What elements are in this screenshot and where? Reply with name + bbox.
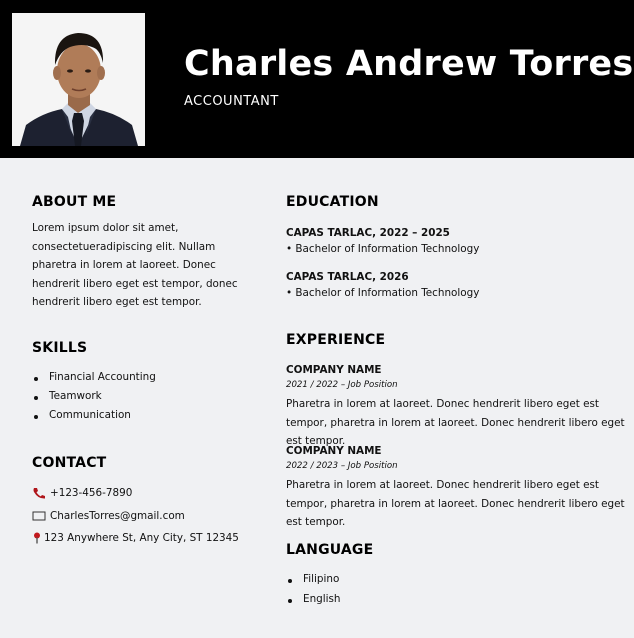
contact-address: 123 Anywhere St, Any City, ST 12345: [32, 532, 239, 544]
language-item: Filipino: [286, 573, 341, 593]
job-company: COMPANY NAME: [286, 445, 382, 457]
skill-item: Teamwork: [32, 390, 156, 409]
skill-item: Financial Accounting: [32, 371, 156, 390]
phone-icon: [32, 487, 46, 499]
skills-title: SKILLS: [32, 340, 88, 356]
profile-photo-illustration: [12, 13, 145, 146]
education-degree: • Bachelor of Information Technology: [286, 287, 480, 299]
contact-phone: +123-456-7890: [32, 487, 132, 499]
job-meta: 2022 / 2023 – Job Position: [286, 461, 398, 471]
email-address[interactable]: CharlesTorres@gmail.com: [50, 510, 185, 522]
language-list: Filipino English: [286, 573, 341, 613]
job-description: Pharetra in lorem at laoreet. Donec hend…: [286, 398, 625, 447]
education-degree: • Bachelor of Information Technology: [286, 243, 480, 255]
skills-list: Financial Accounting Teamwork Communicat…: [32, 371, 156, 428]
language-item: English: [286, 593, 341, 613]
job-meta: 2021 / 2022 – Job Position: [286, 380, 398, 390]
address-text: 123 Anywhere St, Any City, ST 12345: [44, 532, 239, 544]
about-title: ABOUT ME: [32, 194, 117, 210]
education-school: CAPAS TARLAC, 2022 – 2025: [286, 227, 450, 239]
education-title: EDUCATION: [286, 194, 379, 210]
envelope-icon: [32, 510, 46, 522]
contact-title: CONTACT: [32, 455, 107, 471]
map-pin-icon: [32, 532, 42, 544]
job-title: ACCOUNTANT: [184, 94, 279, 109]
language-title: LANGUAGE: [286, 542, 374, 558]
phone-number: +123-456-7890: [50, 487, 133, 499]
contact-email: CharlesTorres@gmail.com: [32, 510, 185, 522]
person-name: Charles Andrew Torres: [184, 44, 634, 84]
profile-photo: [12, 13, 145, 146]
skill-item: Communication: [32, 409, 156, 428]
job-company: COMPANY NAME: [286, 364, 382, 376]
education-school: CAPAS TARLAC, 2026: [286, 271, 409, 283]
about-text: Lorem ipsum dolor sit amet, consectetuer…: [32, 222, 238, 308]
experience-title: EXPERIENCE: [286, 332, 386, 348]
job-description: Pharetra in lorem at laoreet. Donec hend…: [286, 479, 625, 528]
resume-header: Charles Andrew Torres ACCOUNTANT: [0, 0, 634, 158]
